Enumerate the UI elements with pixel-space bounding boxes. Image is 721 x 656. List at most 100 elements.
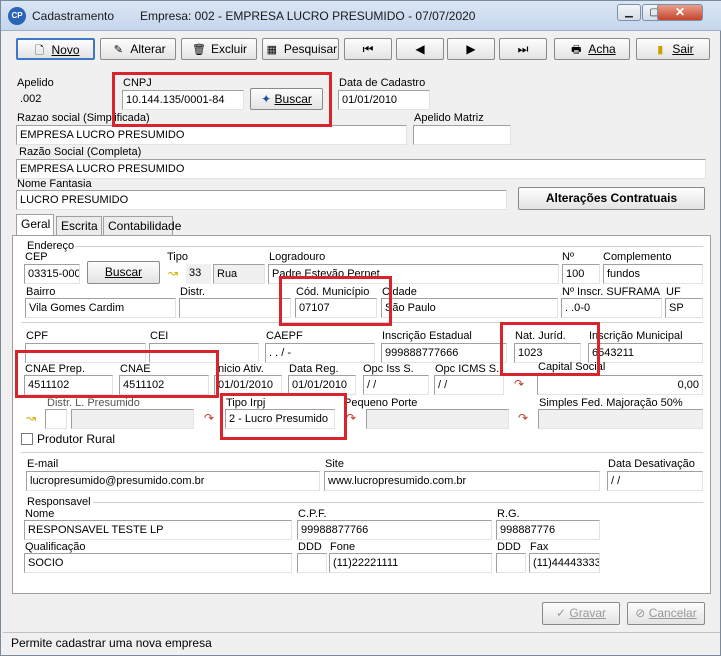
caepf-label: CAEPF	[266, 330, 303, 342]
alterar-button[interactable]: ✎ Alterar	[100, 38, 176, 60]
complemento-field[interactable]: fundos	[603, 264, 703, 284]
pequeno-porte-label: Pequeno Porte	[344, 397, 418, 409]
refresh-capital-icon[interactable]: ↷	[514, 377, 524, 391]
responsavel-group-line	[93, 502, 703, 503]
numero-field[interactable]: 100	[562, 264, 600, 284]
distr-presumido-field	[71, 409, 194, 429]
cep-field[interactable]: 03315-000	[24, 264, 80, 284]
refresh-porte-icon[interactable]: ↷	[346, 411, 356, 425]
suframa-field[interactable]: . .0-0	[561, 298, 662, 318]
suframa-label: Nº Inscr. SUFRAMA	[562, 286, 661, 298]
novo-button[interactable]: 🗋 Novo	[16, 38, 95, 60]
pesquisar-button[interactable]: ▦ Pesquisar	[262, 38, 339, 60]
resp-rg-field[interactable]: 998887776	[496, 520, 600, 540]
window-title: Cadastramento	[32, 9, 115, 23]
next-record-button[interactable]: ▶	[447, 38, 495, 60]
excluir-button[interactable]: 🗑 Excluir	[181, 38, 257, 60]
tab-contabilidade[interactable]: Contabilidade	[103, 216, 181, 235]
ddd-fone-field[interactable]	[297, 553, 327, 573]
minimize-button[interactable]: ▁	[617, 4, 641, 21]
razao-compl-label: Razão Social (Completa)	[19, 146, 142, 158]
fantasia-field[interactable]: LUCRO PRESUMIDO	[16, 190, 507, 210]
desativacao-label: Data Desativação	[608, 458, 695, 470]
cnae-field[interactable]: 4511102	[119, 375, 209, 395]
data-cadastro-label: Data de Cadastro	[339, 77, 426, 89]
first-record-button[interactable]: ⏮	[344, 38, 392, 60]
site-label: Site	[325, 458, 344, 470]
tab-escrita[interactable]: Escrita	[56, 216, 102, 235]
close-button[interactable]: ✕	[657, 4, 703, 21]
produtor-rural-checkbox[interactable]	[21, 433, 33, 445]
search-icon: ▦	[266, 44, 278, 56]
tab-geral[interactable]: Geral	[16, 214, 54, 236]
opc-icms-label: Opc ICMS S.	[435, 363, 500, 375]
cnpj-field[interactable]: 10.144.135/0001-84	[122, 90, 244, 110]
resp-cpf-label: C.P.F.	[298, 508, 327, 520]
cancelar-button[interactable]: ⊘ Cancelar	[627, 602, 705, 625]
inicio-ativ-field[interactable]: 01/01/2010	[214, 375, 282, 395]
resp-nome-label: Nome	[25, 508, 55, 520]
razao-simpl-label: Razao social (Simplificada)	[17, 112, 150, 124]
lookup-distr-icon[interactable]: ↝	[26, 411, 36, 425]
cod-municipio-field[interactable]: 07107	[295, 298, 377, 318]
cnae-prep-label: CNAE Prep.	[25, 363, 85, 375]
refresh-irpj-icon[interactable]: ↷	[204, 411, 214, 425]
tipo-field[interactable]: Rua	[213, 264, 265, 284]
opc-iss-field[interactable]: / /	[363, 375, 429, 395]
email-field[interactable]: lucropresumido@presumido.com.br	[26, 471, 320, 491]
uf-field[interactable]: SP	[665, 298, 703, 318]
main-window: CP Cadastramento Empresa: 002 - EMPRESA …	[0, 0, 721, 656]
gravar-button[interactable]: ✓ Gravar	[542, 602, 620, 625]
caepf-field[interactable]: . . / -	[265, 343, 375, 363]
fax-label: Fax	[530, 541, 549, 553]
cei-field[interactable]	[149, 343, 259, 363]
qualificacao-field[interactable]: SOCIO	[24, 553, 292, 573]
data-cadastro-field[interactable]: 01/01/2010	[338, 90, 430, 110]
distr-presumido-check-field[interactable]	[45, 409, 67, 429]
separator-line-2	[21, 452, 703, 453]
status-bar: Permite cadastrar uma nova empresa	[3, 632, 720, 654]
tipo-irpj-label: Tipo Irpj	[226, 397, 266, 409]
bairro-field[interactable]: Vila Gomes Cardim	[25, 298, 176, 318]
cnae-prep-field[interactable]: 4511102	[24, 375, 113, 395]
razao-compl-field[interactable]: EMPRESA LUCRO PRESUMIDO	[16, 159, 706, 179]
apelido-field[interactable]: .002	[17, 90, 103, 110]
cidade-field[interactable]: São Paulo	[381, 298, 558, 318]
data-reg-label: Data Reg.	[289, 363, 339, 375]
ddd-fax-field[interactable]	[496, 553, 526, 573]
tipo-irpj-field[interactable]: 2 - Lucro Presumido	[225, 409, 335, 429]
resp-cpf-field[interactable]: 99988877766	[297, 520, 492, 540]
last-record-button[interactable]: ⏭	[499, 38, 547, 60]
capital-social-label: Capital Social	[538, 361, 606, 373]
cep-buscar-button[interactable]: Buscar	[87, 261, 160, 284]
im-field[interactable]: 6543211	[588, 343, 703, 363]
alteracoes-contratuais-button[interactable]: Alterações Contratuais	[518, 187, 705, 210]
resp-nome-field[interactable]: RESPONSAVEL TESTE LP	[24, 520, 292, 540]
logradouro-field[interactable]: Padre Estevão Pernet	[268, 264, 559, 284]
new-document-icon: 🗋	[35, 45, 44, 57]
separator-line	[21, 322, 703, 323]
nat-juridica-field[interactable]: 1023	[514, 343, 581, 363]
ddd-fax-label: DDD	[497, 541, 521, 553]
data-reg-field[interactable]: 01/01/2010	[288, 375, 356, 395]
sair-button[interactable]: ▮ Sair	[636, 38, 710, 60]
fax-field[interactable]: (11)44443333	[529, 553, 600, 573]
fone-field[interactable]: (11)22221111	[329, 553, 492, 573]
prev-record-button[interactable]: ◀	[396, 38, 444, 60]
site-field[interactable]: www.lucropresumido.com.br	[324, 471, 600, 491]
cnpj-buscar-button[interactable]: ✦ Buscar	[250, 88, 323, 110]
distr-field[interactable]	[179, 298, 291, 318]
im-label: Inscrição Municipal	[589, 330, 683, 342]
ie-field[interactable]: 999888777666	[381, 343, 507, 363]
razao-simpl-field[interactable]: EMPRESA LUCRO PRESUMIDO	[16, 125, 407, 145]
cpf-field[interactable]	[25, 343, 146, 363]
refresh-simples-icon[interactable]: ↷	[518, 411, 528, 425]
apelido-matriz-field[interactable]	[413, 125, 511, 145]
desativacao-field[interactable]: / /	[607, 471, 703, 491]
lookup-tipo-icon[interactable]: ↝	[168, 266, 178, 280]
opc-icms-field[interactable]: / /	[434, 375, 504, 395]
ie-label: Inscrição Estadual	[382, 330, 472, 342]
capital-social-field[interactable]: 0,00	[537, 375, 703, 395]
apelido-label: Apelido	[17, 77, 54, 89]
acha-button[interactable]: 🖶 Acha	[554, 38, 630, 60]
